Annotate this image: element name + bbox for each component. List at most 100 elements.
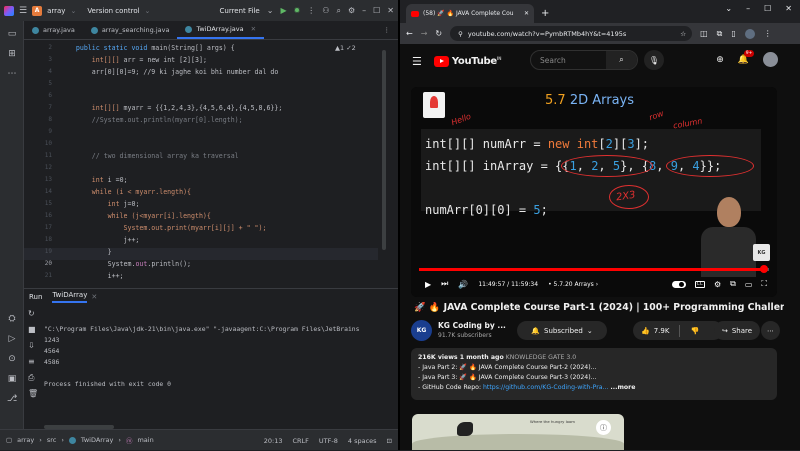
video-progress-bar[interactable] — [419, 265, 769, 273]
account-avatar[interactable] — [763, 52, 778, 67]
fullscreen-icon[interactable]: ⛶ — [761, 279, 767, 289]
autoplay-toggle[interactable] — [671, 280, 686, 288]
video-player[interactable]: 5.7 2D Arrays Hello row column int[][] n… — [411, 87, 777, 297]
rerun-icon[interactable]: ↻ — [28, 309, 35, 318]
soft-wrap-icon[interactable]: ≡ — [28, 357, 35, 366]
main-menu-icon[interactable]: ☰ — [19, 6, 27, 16]
video-description[interactable]: 216K views 1 month ago KNOWLEDGE GATE 3.… — [411, 348, 777, 400]
editor-scrollbar[interactable] — [378, 40, 398, 287]
project-selector[interactable]: array — [47, 7, 65, 15]
github-link[interactable]: https://github.com/KG-Coding-with-Pra... — [483, 384, 608, 391]
create-video-icon[interactable]: ⊕ — [716, 55, 724, 65]
services-icon[interactable]: ⛭ — [7, 314, 17, 324]
tab-twidarray-java[interactable]: TwiDArray.java ✕ — [177, 21, 265, 39]
subtitles-icon[interactable]: CC — [694, 280, 705, 288]
show-more-link[interactable]: ...more — [610, 384, 635, 391]
user-icon[interactable]: ⚇ — [322, 6, 329, 15]
theater-mode-icon[interactable]: ▭ — [745, 280, 753, 289]
search-icon[interactable]: ⌕ — [336, 6, 340, 16]
close-tab-icon[interactable]: ✕ — [91, 293, 97, 301]
share-button[interactable]: ↪ Share — [714, 321, 760, 340]
channel-avatar[interactable]: KG — [411, 320, 432, 341]
cursor-position[interactable]: 20:13 — [264, 437, 283, 445]
file-encoding[interactable]: UTF-8 — [319, 437, 338, 445]
notifications-icon[interactable]: 🔔 9+ — [738, 49, 755, 65]
tab-array-java[interactable]: array.java — [24, 21, 83, 39]
like-dislike-button[interactable]: 👍 7.9K 👎 — [633, 321, 723, 340]
guide-menu-icon[interactable]: ☰ — [412, 55, 422, 68]
bookmark-star-icon[interactable]: ☆ — [680, 30, 686, 38]
ad-banner[interactable]: Where the hungry loom ⓘ — [412, 414, 624, 450]
extensions-puzzle-icon[interactable]: ⧉ — [717, 29, 723, 39]
chapter-title[interactable]: • 5.7.20 Arrays › — [548, 281, 598, 288]
miniplayer-icon[interactable]: ⧉ — [730, 279, 736, 289]
profile-avatar[interactable] — [744, 28, 755, 39]
address-bar[interactable]: ⚲ youtube.com/watch?v=PymbRTMb4hY&t=4195… — [450, 26, 693, 41]
volume-icon[interactable]: 🔊 — [458, 280, 468, 289]
run-tool-icon[interactable]: ▷ — [7, 334, 17, 344]
back-icon[interactable]: ← — [406, 29, 413, 38]
gear-icon[interactable]: ⚙ — [348, 6, 355, 15]
part2-link[interactable]: 🚀 🔥 JAVA Complete Course Part-2 (2024)..… — [459, 364, 596, 371]
thumbs-up-icon[interactable]: 👍 — [641, 327, 650, 335]
thumbs-down-icon[interactable]: 👎 — [690, 327, 699, 335]
terminal-icon[interactable]: ▣ — [7, 374, 17, 384]
run-tab-twidarray[interactable]: TwiDArray — [52, 291, 88, 303]
minimize-icon[interactable]: – — [746, 4, 750, 13]
lock-icon[interactable]: ⊡ — [387, 437, 392, 445]
forward-icon[interactable]: → — [421, 29, 428, 38]
tab-overflow-icon[interactable]: ⋮ — [376, 21, 399, 39]
print-icon[interactable]: ⎙ — [28, 373, 34, 383]
project-folder-icon[interactable]: ▭ — [7, 29, 17, 39]
trash-icon[interactable]: 🗑 — [28, 389, 38, 398]
voice-search-icon[interactable]: 🎙 — [644, 50, 664, 70]
next-icon[interactable]: ⏭ — [441, 279, 448, 289]
scroll-thumb[interactable] — [382, 50, 386, 250]
more-tools-icon[interactable]: ⋯ — [7, 69, 17, 79]
new-tab-icon[interactable]: + — [541, 8, 549, 19]
site-info-icon[interactable]: ⚲ — [458, 30, 463, 38]
tab-array-searching-java[interactable]: array_searching.java — [83, 21, 178, 39]
ad-info-icon[interactable]: ⓘ — [596, 420, 611, 435]
sidepanel-icon[interactable]: ▯ — [731, 29, 735, 39]
debug-icon[interactable]: ✹ — [294, 6, 301, 15]
problems-icon[interactable]: ⊙ — [7, 354, 17, 364]
close-icon[interactable]: ✕ — [387, 6, 394, 15]
run-icon[interactable]: ▶ — [280, 6, 286, 15]
version-control-menu[interactable]: Version control — [87, 7, 139, 15]
minimize-icon[interactable]: – — [362, 6, 366, 15]
more-actions-icon[interactable]: ⋯ — [761, 321, 780, 340]
part3-link[interactable]: 🚀 🔥 JAVA Complete Course Part-3 (2024)..… — [459, 374, 596, 381]
code-editor[interactable]: public static void main(String[] args) {… — [60, 40, 378, 287]
close-tab-icon[interactable]: ✕ — [251, 25, 256, 33]
tab-search-icon[interactable]: ⌄ — [725, 4, 732, 13]
browser-tab-youtube[interactable]: (58) 🚀 🔥 JAVA Complete Cou ✕ — [406, 4, 534, 23]
close-icon[interactable]: ✕ — [785, 4, 792, 13]
maximize-icon[interactable]: ☐ — [764, 4, 771, 13]
line-separator[interactable]: CRLF — [293, 437, 309, 445]
breadcrumb-project[interactable]: array — [17, 436, 34, 444]
maximize-icon[interactable]: ☐ — [373, 6, 380, 15]
reload-icon[interactable]: ↻ — [435, 29, 442, 38]
settings-gear-icon[interactable]: ⚙ — [714, 280, 721, 289]
breadcrumb-method[interactable]: main — [137, 436, 153, 444]
breadcrumb-class[interactable]: TwiDArray — [81, 436, 113, 444]
git-icon[interactable]: ⎇ — [7, 394, 17, 404]
chrome-menu-icon[interactable]: ⋮ — [764, 29, 772, 39]
channel-name[interactable]: KG Coding by ... — [438, 321, 506, 330]
close-tab-icon[interactable]: ✕ — [524, 10, 529, 17]
subscribed-button[interactable]: 🔔 Subscribed ⌄ — [517, 321, 607, 340]
breadcrumb-src[interactable]: src — [47, 436, 57, 444]
run-config-selector[interactable]: Current File — [220, 7, 260, 15]
stop-icon[interactable]: ■ — [28, 325, 36, 334]
search-button[interactable]: ⌕ — [606, 51, 637, 69]
structure-icon[interactable]: ⊞ — [7, 49, 17, 59]
console-output[interactable]: "C:\Program Files\Java\jdk-21\bin\java.e… — [44, 324, 384, 429]
play-icon[interactable]: ▶ — [425, 280, 431, 289]
extension-icon[interactable]: ◫ — [700, 29, 708, 39]
inspection-widget[interactable]: ▲1 ✓2 — [335, 44, 356, 52]
youtube-logo[interactable]: YouTubeIN — [433, 55, 501, 67]
indent-setting[interactable]: 4 spaces — [348, 437, 377, 445]
more-icon[interactable]: ⋮ — [307, 6, 315, 15]
scroll-end-icon[interactable]: ⇩ — [28, 341, 35, 350]
